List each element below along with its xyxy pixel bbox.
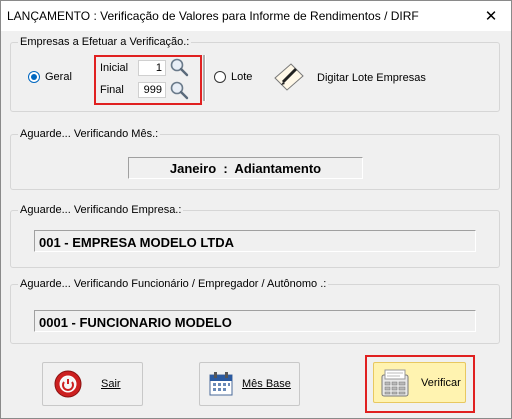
mes-value: Janeiro : Adiantamento bbox=[128, 157, 363, 179]
calendar-icon bbox=[209, 372, 233, 396]
digitar-lote-button[interactable]: Digitar Lote Empresas bbox=[317, 72, 426, 84]
funcionario-legend: Aguarde... Verificando Funcionário / Emp… bbox=[18, 278, 329, 290]
radio-geral-label: Geral bbox=[45, 71, 72, 83]
verificar-label: Verificar bbox=[421, 376, 461, 389]
radio-lote-label: Lote bbox=[231, 71, 253, 83]
sair-label: Sair bbox=[101, 378, 121, 390]
mes-legend: Aguarde... Verificando Mês.: bbox=[18, 128, 161, 140]
radio-geral[interactable]: Geral bbox=[28, 71, 72, 83]
title-bar: LANÇAMENTO : Verificação de Valores para… bbox=[1, 1, 511, 31]
calculator-icon bbox=[381, 369, 409, 396]
final-input[interactable]: 999 bbox=[138, 82, 166, 98]
radio-lote-indicator[interactable] bbox=[214, 71, 226, 83]
search-inicial-icon[interactable] bbox=[169, 57, 189, 77]
empresa-legend: Aguarde... Verificando Empresa.: bbox=[18, 204, 184, 216]
separator bbox=[203, 55, 206, 101]
sair-button[interactable]: Sair bbox=[42, 362, 143, 406]
radio-geral-indicator[interactable] bbox=[28, 71, 40, 83]
mes-group: Aguarde... Verificando Mês.: Janeiro : A… bbox=[10, 128, 500, 190]
pencil-paper-icon[interactable] bbox=[271, 58, 307, 94]
funcionario-value: 0001 - FUNCIONARIO MODELO bbox=[34, 310, 476, 332]
search-final-icon[interactable] bbox=[169, 80, 189, 100]
radio-lote[interactable]: Lote bbox=[214, 71, 252, 83]
empresas-group: Empresas a Efetuar a Verificação.: Geral… bbox=[10, 36, 500, 112]
window-title: LANÇAMENTO : Verificação de Valores para… bbox=[7, 9, 419, 23]
inicial-input[interactable]: 1 bbox=[138, 60, 166, 76]
funcionario-group: Aguarde... Verificando Funcionário / Emp… bbox=[10, 278, 500, 344]
empresa-value: 001 - EMPRESA MODELO LTDA bbox=[34, 230, 476, 252]
power-icon bbox=[54, 370, 82, 398]
empresa-group: Aguarde... Verificando Empresa.: 001 - E… bbox=[10, 204, 500, 268]
inicial-label: Inicial bbox=[100, 62, 129, 74]
verificar-button[interactable]: Verificar bbox=[373, 362, 466, 403]
dialog-window: LANÇAMENTO : Verificação de Valores para… bbox=[0, 0, 512, 419]
empresas-legend: Empresas a Efetuar a Verificação.: bbox=[18, 36, 192, 48]
mes-base-label: Mês Base bbox=[242, 378, 291, 390]
final-label: Final bbox=[100, 84, 124, 96]
mes-base-button[interactable]: Mês Base bbox=[199, 362, 300, 406]
close-icon[interactable]: ✕ bbox=[471, 1, 511, 31]
